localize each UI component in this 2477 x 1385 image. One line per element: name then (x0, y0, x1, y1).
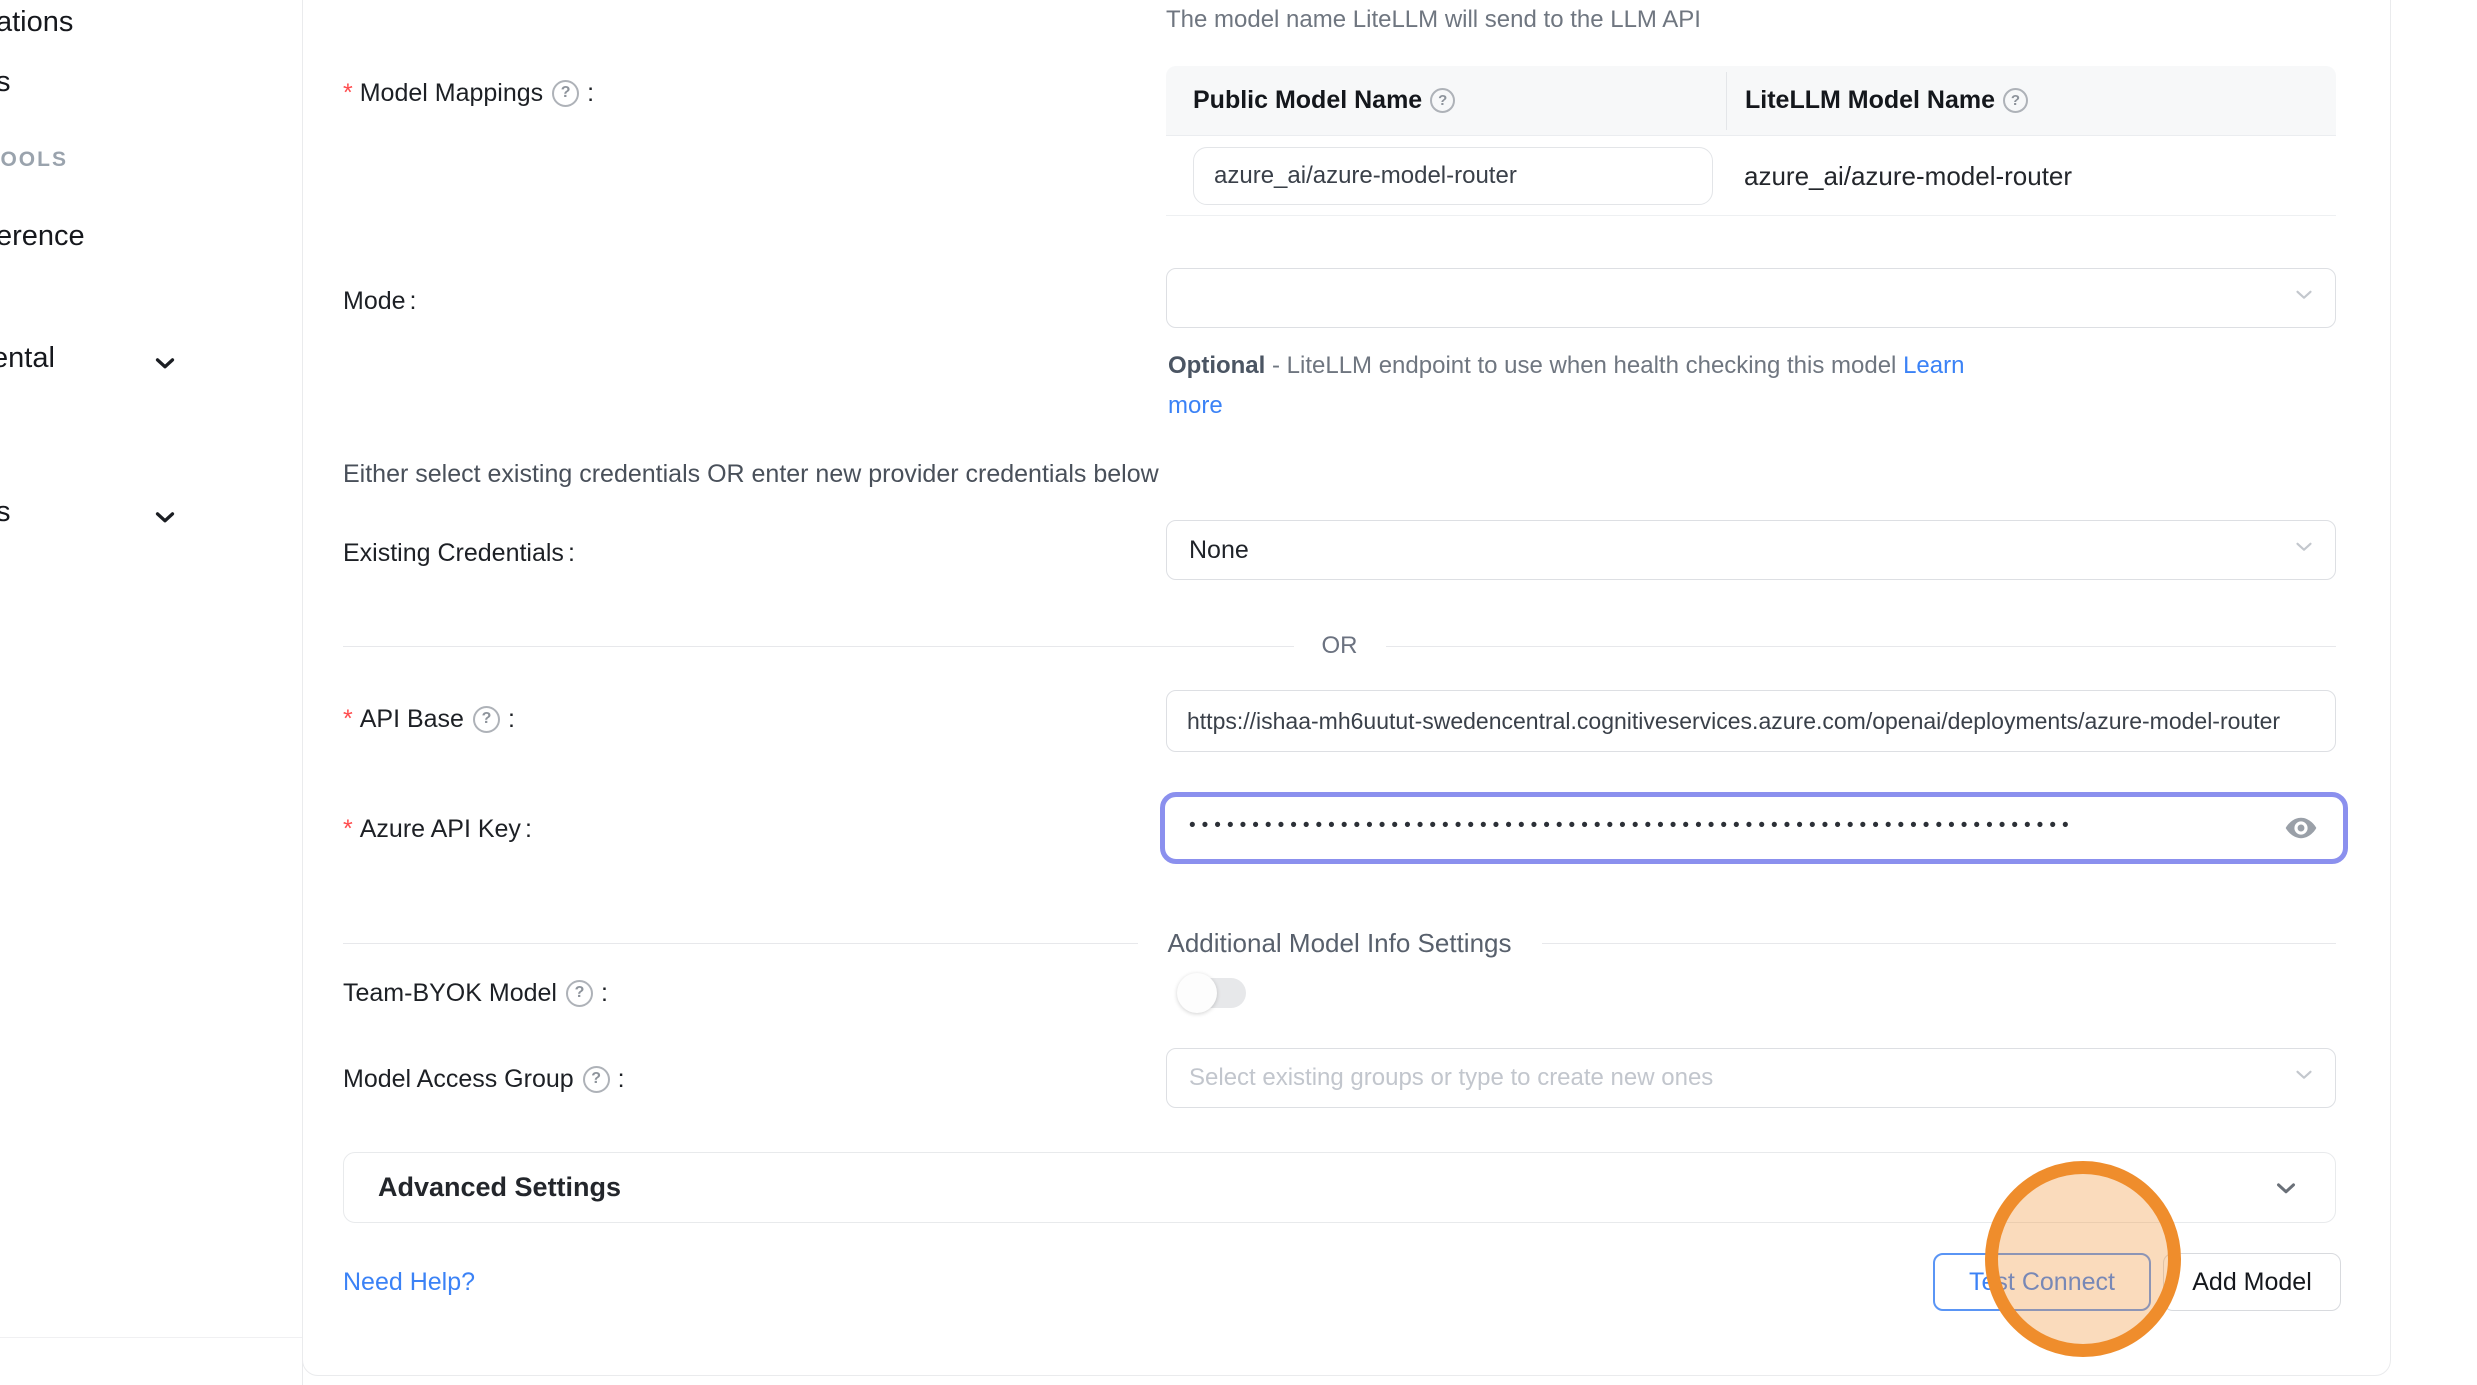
chevron-down-icon[interactable] (150, 348, 180, 383)
sidebar-item-fragment-4[interactable]: ental (0, 342, 55, 375)
help-question-icon[interactable]: ? (2003, 88, 2028, 113)
eye-icon[interactable] (2283, 810, 2319, 846)
chevron-down-icon (2271, 1173, 2301, 1203)
model-mappings-table-header: Public Model Name ? LiteLLM Model Name ? (1166, 66, 2336, 136)
azure-api-key-input[interactable]: ••••••••••••••••••••••••••••••••••••••••… (1160, 792, 2348, 864)
mode-help-text: Optional - LiteLLM endpoint to use when … (1168, 346, 2338, 426)
sidebar-section-tools: TOOLS (0, 148, 68, 172)
test-connect-button[interactable]: Test Connect (1933, 1253, 2151, 1311)
model-access-group-placeholder: Select existing groups or type to create… (1189, 1064, 1713, 1092)
model-mappings-table: Public Model Name ? LiteLLM Model Name ?… (1166, 66, 2336, 216)
existing-credentials-value: None (1189, 536, 1249, 565)
sidebar-item-fragment-2[interactable]: s (0, 66, 11, 99)
model-access-group-select[interactable]: Select existing groups or type to create… (1166, 1048, 2336, 1108)
help-question-icon[interactable]: ? (566, 980, 593, 1007)
model-access-group-label: Model Access Group ? : (343, 1060, 625, 1098)
need-help-link[interactable]: Need Help? (343, 1268, 475, 1297)
azure-api-key-label: * Azure API Key : (343, 810, 532, 848)
chevron-down-icon[interactable] (150, 502, 180, 537)
column-header-public-model-name: Public Model Name ? (1193, 86, 1693, 115)
sidebar-item-fragment-3[interactable]: erence (0, 220, 85, 253)
api-base-input[interactable]: https://ishaa-mh6uutut-swedencentral.cog… (1166, 690, 2336, 752)
sidebar-item-fragment-5[interactable]: s (0, 496, 11, 529)
advanced-settings-panel[interactable]: Advanced Settings (343, 1152, 2336, 1223)
help-question-icon[interactable]: ? (583, 1066, 610, 1093)
model-mappings-label: * Model Mappings ? : (343, 74, 594, 112)
help-question-icon[interactable]: ? (473, 706, 500, 733)
mode-label: Mode : (343, 282, 417, 320)
column-divider (1726, 72, 1727, 130)
help-question-icon[interactable]: ? (552, 80, 579, 107)
api-base-label: * API Base ? : (343, 700, 515, 738)
masked-password-value: ••••••••••••••••••••••••••••••••••••••••… (1189, 815, 2273, 837)
team-byok-toggle[interactable] (1180, 978, 1246, 1008)
sidebar-item-fragment-1[interactable]: ations (0, 6, 73, 39)
required-asterisk: * (343, 705, 353, 734)
required-asterisk: * (343, 815, 353, 844)
additional-settings-divider: Additional Model Info Settings (343, 928, 2336, 959)
advanced-settings-title: Advanced Settings (378, 1172, 2271, 1203)
existing-credentials-select[interactable]: None (1166, 520, 2336, 580)
litellm-model-name-help-text: The model name LiteLLM will send to the … (1166, 6, 1701, 34)
credentials-note: Either select existing credentials OR en… (343, 460, 1159, 489)
litellm-model-name-value: azure_ai/azure-model-router (1744, 136, 2072, 216)
public-model-name-input[interactable]: azure_ai/azure-model-router (1193, 147, 1713, 205)
mode-select[interactable] (1166, 268, 2336, 328)
sidebar: ations s TOOLS erence ental s (0, 0, 303, 1385)
learn-more-link[interactable]: more (1168, 392, 1223, 419)
model-mappings-table-row: azure_ai/azure-model-router azure_ai/azu… (1166, 136, 2336, 216)
chevron-down-icon (2291, 1062, 2317, 1095)
learn-more-link[interactable]: Learn (1903, 352, 1964, 379)
chevron-down-icon (2291, 534, 2317, 567)
help-question-icon[interactable]: ? (1430, 88, 1455, 113)
column-header-litellm-model-name: LiteLLM Model Name ? (1745, 86, 2032, 115)
chevron-down-icon (2291, 282, 2317, 315)
required-asterisk: * (343, 79, 353, 108)
add-model-button[interactable]: Add Model (2163, 1253, 2341, 1311)
team-byok-label: Team-BYOK Model ? : (343, 974, 608, 1012)
or-divider: OR (343, 632, 2336, 660)
sidebar-divider (0, 1337, 302, 1338)
toggle-knob (1177, 973, 1217, 1013)
existing-credentials-label: Existing Credentials : (343, 534, 575, 572)
